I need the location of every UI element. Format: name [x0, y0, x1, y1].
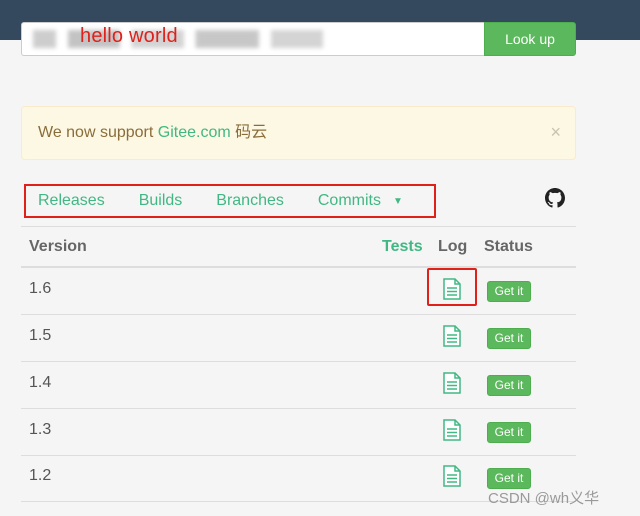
alert-text-suffix: 码云	[230, 124, 268, 141]
look-up-button[interactable]: Look up	[484, 22, 576, 56]
log-file-icon[interactable]	[443, 372, 461, 394]
get-it-button[interactable]: Get it	[487, 328, 531, 349]
column-status: Status	[484, 238, 533, 255]
caret-down-icon[interactable]: ▼	[393, 196, 403, 207]
table-row: 1.5 Get it	[21, 315, 576, 362]
table-row: 1.3 Get it	[21, 409, 576, 456]
version-cell: 1.4	[29, 374, 52, 391]
tabs-highlight-box: Releases Builds Branches Commits ▼	[24, 184, 436, 218]
hello-world-annotation: hello world	[80, 25, 178, 47]
get-it-button[interactable]: Get it	[487, 375, 531, 396]
tab-commits[interactable]: Commits	[318, 192, 381, 210]
log-file-icon[interactable]	[443, 419, 461, 441]
column-version: Version	[29, 238, 87, 255]
tabs-nav: Releases Builds Branches Commits ▼	[26, 186, 403, 216]
log-file-icon[interactable]	[443, 465, 461, 487]
get-it-button[interactable]: Get it	[487, 468, 531, 489]
releases-table-header: Version Tests Log Status	[21, 226, 576, 268]
get-it-button[interactable]: Get it	[487, 422, 531, 443]
column-tests[interactable]: Tests	[382, 238, 423, 256]
gitee-link[interactable]: Gitee.com	[158, 124, 231, 141]
column-log: Log	[438, 238, 468, 255]
gitee-alert: We now support Gitee.com 码云 ×	[21, 106, 576, 160]
table-row: 1.6 Get it	[21, 268, 576, 315]
search-bar: hello world Look up	[21, 22, 576, 56]
tab-branches[interactable]: Branches	[216, 192, 284, 210]
version-cell: 1.6	[29, 280, 52, 297]
blurred-query	[33, 30, 323, 48]
alert-text-prefix: We now support	[38, 124, 158, 141]
csdn-watermark: CSDN @wh义华	[488, 490, 600, 507]
version-cell: 1.2	[29, 467, 52, 484]
tab-releases[interactable]: Releases	[38, 192, 105, 210]
version-cell: 1.3	[29, 421, 52, 438]
table-row: 1.4 Get it	[21, 362, 576, 409]
get-it-button[interactable]: Get it	[487, 281, 531, 302]
github-icon[interactable]	[545, 188, 565, 208]
log-highlight-box	[427, 268, 477, 306]
version-cell: 1.5	[29, 327, 52, 344]
log-file-icon[interactable]	[443, 325, 461, 347]
tab-builds[interactable]: Builds	[139, 192, 183, 210]
close-icon[interactable]: ×	[550, 107, 561, 157]
